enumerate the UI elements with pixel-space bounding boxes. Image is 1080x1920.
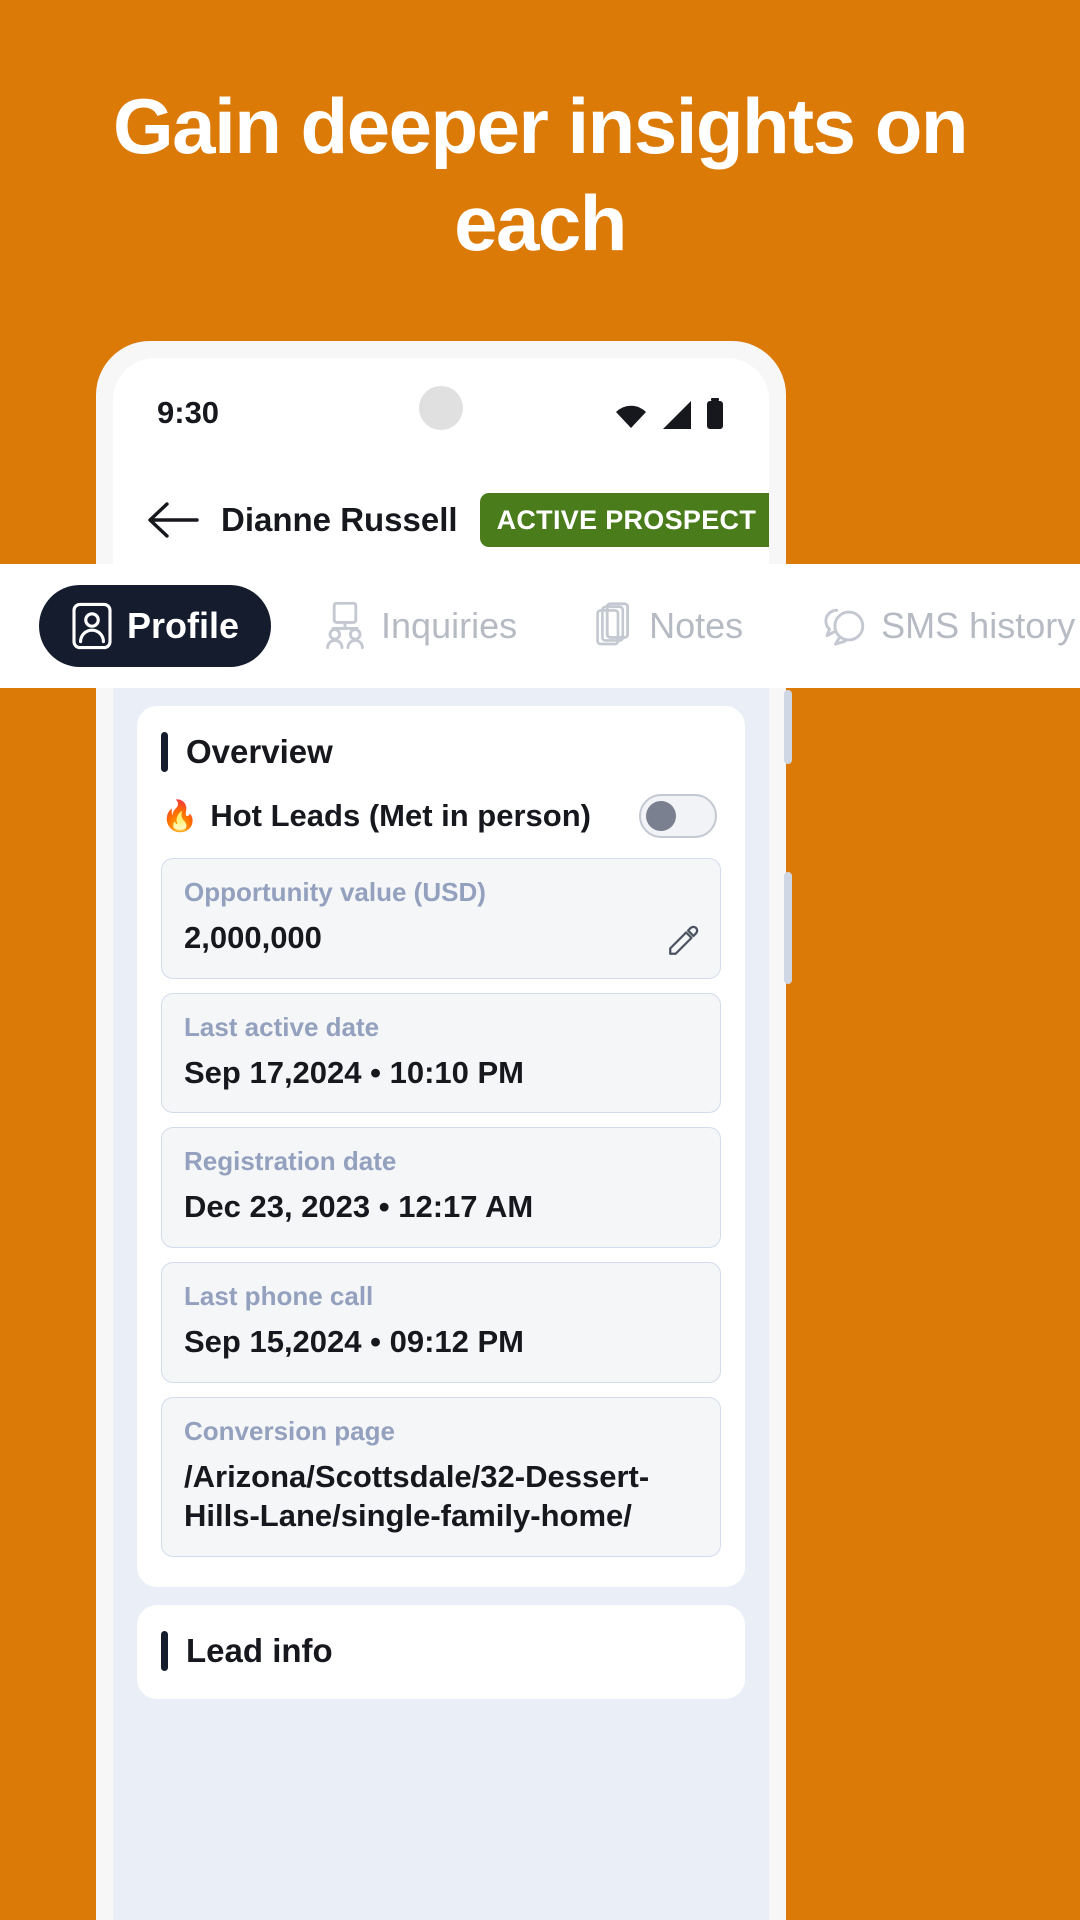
field-last-phone-call[interactable]: Last phone call Sep 15,2024 • 09:12 PM xyxy=(161,1262,721,1383)
field-value: Sep 15,2024 • 09:12 PM xyxy=(184,1324,525,1360)
hot-leads-label-group: 🔥 Hot Leads (Met in person) xyxy=(161,798,591,834)
chat-bubbles-icon xyxy=(821,603,867,649)
status-icons xyxy=(613,396,725,430)
field-value: 2,000,000 xyxy=(184,920,322,955)
overview-title: Overview xyxy=(186,733,333,770)
field-opportunity-value[interactable]: Opportunity value (USD) 2,000,000 xyxy=(161,858,721,979)
id-card-person-icon xyxy=(71,602,113,650)
status-time: 9:30 xyxy=(157,395,220,430)
promo-headline: Gain deeper insights on each xyxy=(113,82,968,267)
field-value: Sep 17,2024 • 10:10 PM xyxy=(184,1054,525,1090)
status-badge-label: ACTIVE PROSPECT xyxy=(496,504,757,535)
hot-leads-toggle[interactable] xyxy=(639,794,717,838)
field-label: Last active date xyxy=(184,1011,380,1042)
status-badge[interactable]: ACTIVE PROSPECT xyxy=(479,493,769,547)
field-label: Last phone call xyxy=(184,1281,374,1312)
field-label: Registration date xyxy=(184,1146,397,1177)
overview-card: Overview 🔥 Hot Leads (Met in person) Opp… xyxy=(137,706,745,1588)
field-value: Dec 23, 2023 • 12:17 AM xyxy=(184,1189,534,1225)
field-label: Conversion page xyxy=(184,1415,395,1446)
tab-notes-label: Notes xyxy=(649,605,744,646)
field-value: /Arizona/Scottsdale/32-Dessert-Hills-Lan… xyxy=(184,1458,650,1534)
tab-sms-history-label: SMS history xyxy=(881,605,1076,646)
wifi-icon xyxy=(613,402,649,430)
cellular-signal-icon xyxy=(661,400,693,430)
tab-sms-history[interactable]: SMS history xyxy=(795,585,1080,667)
overview-title-row: Overview xyxy=(161,732,721,772)
contact-name: Dianne Russell xyxy=(221,501,458,538)
people-board-icon xyxy=(323,602,367,650)
phone-side-button-upper xyxy=(784,690,792,764)
field-conversion-page[interactable]: Conversion page /Arizona/Scottsdale/32-D… xyxy=(161,1396,721,1558)
tab-strip: Profile Inquiries Notes SMS history xyxy=(0,564,1080,688)
field-registration-date[interactable]: Registration date Dec 23, 2023 • 12:17 A… xyxy=(161,1127,721,1249)
documents-stack-icon xyxy=(595,602,635,650)
tab-notes[interactable]: Notes xyxy=(569,585,769,667)
pencil-icon[interactable] xyxy=(666,924,700,958)
hot-leads-label: Hot Leads (Met in person) xyxy=(210,798,591,833)
battery-icon xyxy=(705,398,725,430)
app-header: Dianne Russell ACTIVE PROSPECT xyxy=(113,468,769,564)
tab-inquiries-label: Inquiries xyxy=(381,605,518,646)
tab-inquiries[interactable]: Inquiries xyxy=(297,585,543,667)
lead-info-title: Lead info xyxy=(186,1632,333,1670)
hot-leads-row: 🔥 Hot Leads (Met in person) xyxy=(161,794,721,838)
phone-side-button-lower xyxy=(784,872,792,984)
toggle-knob xyxy=(646,801,676,831)
lead-info-card: Lead info xyxy=(137,1605,745,1700)
section-accent-bar xyxy=(161,1631,168,1672)
lead-info-title-row: Lead info xyxy=(161,1631,721,1672)
fire-icon: 🔥 xyxy=(161,799,199,833)
tab-profile[interactable]: Profile xyxy=(39,585,272,667)
tab-profile-label: Profile xyxy=(127,605,240,646)
field-last-active-date[interactable]: Last active date Sep 17,2024 • 10:10 PM xyxy=(161,992,721,1114)
status-bar: 9:30 xyxy=(113,358,769,468)
section-accent-bar xyxy=(161,732,168,772)
arrow-left-icon[interactable] xyxy=(147,500,199,540)
front-camera-dot xyxy=(419,386,463,430)
profile-content-scroll[interactable]: Overview 🔥 Hot Leads (Met in person) Opp… xyxy=(113,688,769,1920)
field-label: Opportunity value (USD) xyxy=(184,877,486,907)
